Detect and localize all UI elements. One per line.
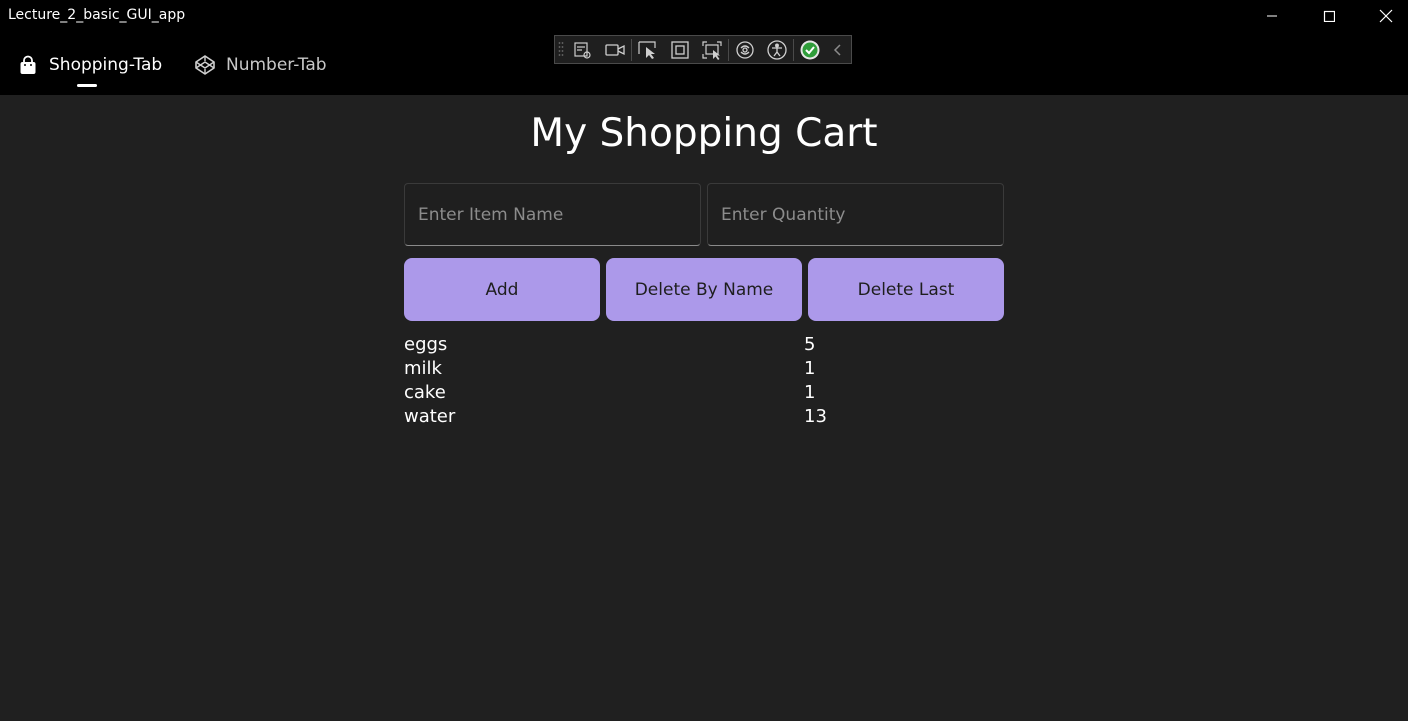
maximize-icon <box>1323 10 1335 22</box>
xaml-debug-toolbar <box>554 35 852 64</box>
status-ok-icon[interactable] <box>794 36 826 63</box>
item-name: cake <box>404 382 446 403</box>
title-bar[interactable]: Lecture_2_basic_GUI_app <box>0 0 1408 35</box>
select-element-icon[interactable] <box>632 36 664 63</box>
live-visual-tree-icon[interactable] <box>567 36 599 63</box>
item-quantity: 1 <box>804 358 816 379</box>
tab-number-label: Number-Tab <box>226 55 327 75</box>
list-item: water 13 <box>404 406 1004 430</box>
item-name: water <box>404 406 456 427</box>
add-button[interactable]: Add <box>404 258 600 321</box>
close-button[interactable] <box>1358 0 1408 32</box>
list-item: milk 1 <box>404 358 1004 382</box>
list-item: cake 1 <box>404 382 1004 406</box>
tab-number[interactable]: Number-Tab <box>194 35 327 95</box>
list-item: eggs 5 <box>404 334 1004 358</box>
tab-shopping-label: Shopping-Tab <box>49 55 163 75</box>
delete-by-name-button[interactable]: Delete By Name <box>606 258 802 321</box>
delete-last-button[interactable]: Delete Last <box>808 258 1004 321</box>
item-quantity: 1 <box>804 382 816 403</box>
video-camera-icon[interactable] <box>599 36 631 63</box>
item-name-input[interactable] <box>404 183 701 246</box>
close-icon <box>1379 9 1393 23</box>
collapse-chevron-icon[interactable] <box>826 36 848 63</box>
display-layout-adorners-icon[interactable] <box>664 36 696 63</box>
selected-tab-indicator <box>77 84 97 87</box>
hot-reload-icon[interactable] <box>729 36 761 63</box>
item-quantity: 13 <box>804 406 827 427</box>
item-name: milk <box>404 358 442 379</box>
track-focus-icon[interactable] <box>696 36 728 63</box>
shopping-bag-icon <box>17 54 39 76</box>
quantity-input[interactable] <box>707 183 1004 246</box>
accessibility-icon[interactable] <box>761 36 793 63</box>
page-title: My Shopping Cart <box>530 111 878 156</box>
window-title: Lecture_2_basic_GUI_app <box>8 7 186 23</box>
minimize-icon <box>1267 15 1277 17</box>
codepen-icon <box>194 54 216 76</box>
grip-icon[interactable] <box>555 36 567 63</box>
item-quantity: 5 <box>804 334 816 355</box>
item-name: eggs <box>404 334 448 355</box>
minimize-button[interactable] <box>1244 0 1300 32</box>
maximize-button[interactable] <box>1301 0 1357 32</box>
